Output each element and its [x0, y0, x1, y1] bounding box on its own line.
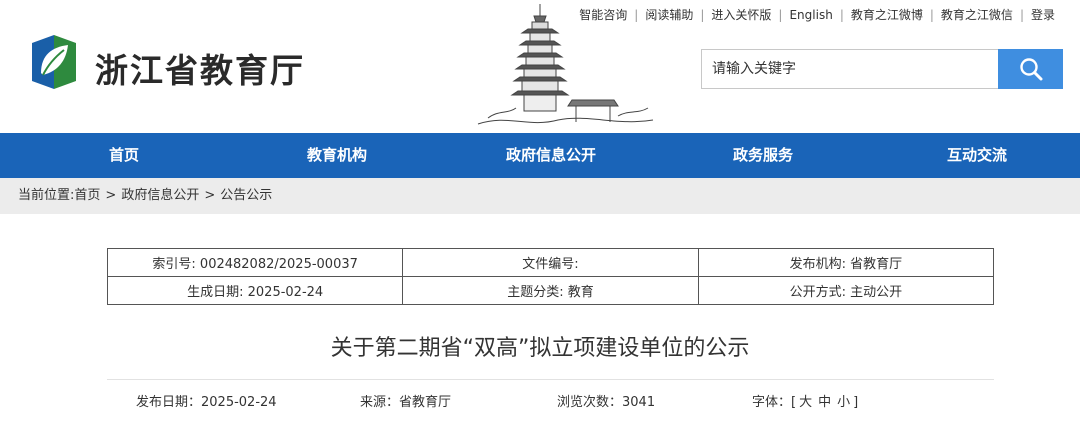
document-meta-table: 索引号: 002482082/2025-00037 文件编号: 发布机构: 省教…	[106, 248, 995, 305]
font-size-label: 字体：[	[752, 395, 797, 410]
top-link-wechat[interactable]: 教育之江微信	[934, 6, 1020, 23]
meta-category: 主题分类: 教育	[402, 276, 699, 305]
top-link-weibo[interactable]: 教育之江微博	[844, 6, 930, 23]
nav-item-home[interactable]: 首页	[109, 133, 139, 178]
breadcrumb-home[interactable]: 首页	[74, 188, 100, 203]
table-row: 索引号: 002482082/2025-00037 文件编号: 发布机构: 省教…	[106, 248, 995, 277]
top-links: 智能咨询 | 阅读辅助 | 进入关怀版 | English | 教育之江微博 |…	[572, 6, 1062, 23]
top-link-login[interactable]: 登录	[1024, 6, 1062, 23]
nav-item-institutions[interactable]: 教育机构	[307, 133, 367, 178]
breadcrumb: 当前位置:首页 > 政府信息公开 > 公告公示	[0, 178, 1080, 214]
meta-created: 生成日期: 2025-02-24	[106, 276, 404, 305]
meta-publisher: 发布机构: 省教育厅	[697, 248, 995, 277]
publish-date: 发布日期：2025-02-24	[136, 395, 277, 410]
search-button[interactable]	[998, 49, 1063, 89]
top-link-smart-consult[interactable]: 智能咨询	[572, 6, 634, 23]
nav-item-interaction[interactable]: 互动交流	[947, 133, 1007, 178]
logo-icon[interactable]	[28, 33, 80, 91]
breadcrumb-separator: >	[204, 188, 216, 203]
site-title[interactable]: 浙江省教育厅	[95, 44, 305, 92]
breadcrumb-separator: >	[105, 188, 117, 203]
top-link-reading-aid[interactable]: 阅读辅助	[638, 6, 700, 23]
meta-disclosure: 公开方式: 主动公开	[697, 276, 995, 305]
article-source: 来源：省教育厅	[360, 395, 452, 410]
divider	[107, 379, 994, 380]
breadcrumb-prefix: 当前位置:	[18, 188, 75, 203]
font-size-selector: 字体：[大中小]	[752, 391, 858, 410]
search-icon	[1019, 58, 1042, 81]
top-link-care-mode[interactable]: 进入关怀版	[704, 6, 778, 23]
breadcrumb-announcements[interactable]: 公告公示	[220, 188, 272, 203]
breadcrumb-gov-info[interactable]: 政府信息公开	[121, 188, 199, 203]
view-count: 浏览次数：3041	[557, 395, 656, 410]
search-input[interactable]	[702, 50, 998, 88]
font-size-large[interactable]: 大	[796, 395, 815, 410]
nav-item-services[interactable]: 政务服务	[733, 133, 793, 178]
font-size-small[interactable]: 小	[834, 395, 853, 410]
site-header: 浙江省教育厅 智能咨询 | 阅读辅助 | 进入关怀版 | English | 教…	[0, 0, 1080, 133]
font-size-close: ]	[853, 395, 859, 410]
top-link-english[interactable]: English	[782, 8, 839, 22]
table-row: 生成日期: 2025-02-24 主题分类: 教育 公开方式: 主动公开	[106, 276, 995, 305]
font-size-medium[interactable]: 中	[815, 395, 834, 410]
meta-doc-no: 文件编号:	[402, 248, 699, 277]
search-box	[701, 49, 1063, 89]
meta-index-no: 索引号: 002482082/2025-00037	[106, 248, 404, 277]
nav-item-gov-info[interactable]: 政府信息公开	[506, 133, 596, 178]
main-nav: 首页 教育机构 政府信息公开 政务服务 互动交流	[0, 133, 1080, 178]
page-title: 关于第二期省“双高”拟立项建设单位的公示	[330, 336, 750, 361]
